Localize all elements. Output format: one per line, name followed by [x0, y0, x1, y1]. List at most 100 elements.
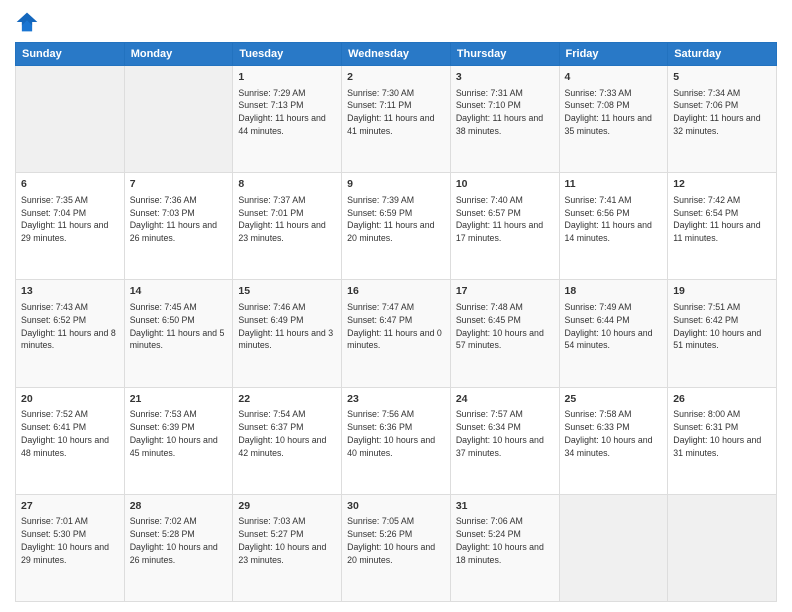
- calendar-table: SundayMondayTuesdayWednesdayThursdayFrid…: [15, 42, 777, 602]
- day-info: Sunrise: 7:39 AM Sunset: 6:59 PM Dayligh…: [347, 194, 445, 245]
- day-info: Sunrise: 7:47 AM Sunset: 6:47 PM Dayligh…: [347, 301, 445, 352]
- calendar-cell: 1Sunrise: 7:29 AM Sunset: 7:13 PM Daylig…: [233, 66, 342, 173]
- calendar-cell: 4 Sunrise: 7:33 AM Sunset: 7:08 PM Daylig…: [559, 66, 668, 173]
- day-number: 15: [238, 284, 336, 299]
- calendar-cell: [16, 66, 125, 173]
- day-number: 11: [565, 177, 663, 192]
- day-number: 6: [21, 177, 119, 192]
- day-number: 3: [456, 70, 554, 85]
- day-info: Sunrise: 7:02 AM Sunset: 5:28 PM Dayligh…: [130, 515, 228, 566]
- calendar-cell: 14 Sunrise: 7:45 AM Sunset: 6:50 PM Dayli…: [124, 280, 233, 387]
- day-number: 26: [673, 392, 771, 407]
- day-info: Sunrise: 7:41 AM Sunset: 6:56 PM Dayligh…: [565, 194, 663, 245]
- calendar-cell: 7 Sunrise: 7:36 AM Sunset: 7:03 PM Daylig…: [124, 173, 233, 280]
- day-info: Sunrise: 7:40 AM Sunset: 6:57 PM Dayligh…: [456, 194, 554, 245]
- calendar-cell: 10 Sunrise: 7:40 AM Sunset: 6:57 PM Dayli…: [450, 173, 559, 280]
- day-number: 16: [347, 284, 445, 299]
- calendar-cell: 3 Sunrise: 7:31 AM Sunset: 7:10 PM Daylig…: [450, 66, 559, 173]
- day-number: 5: [673, 70, 771, 85]
- calendar-cell: 6 Sunrise: 7:35 AM Sunset: 7:04 PM Daylig…: [16, 173, 125, 280]
- calendar-cell: 15 Sunrise: 7:46 AM Sunset: 6:49 PM Dayli…: [233, 280, 342, 387]
- calendar-week-2: 6 Sunrise: 7:35 AM Sunset: 7:04 PM Daylig…: [16, 173, 777, 280]
- calendar-cell: 22Sunrise: 7:54 AM Sunset: 6:37 PM Dayli…: [233, 387, 342, 494]
- calendar-header-tuesday: Tuesday: [233, 43, 342, 66]
- calendar-header-wednesday: Wednesday: [342, 43, 451, 66]
- day-number: 21: [130, 392, 228, 407]
- day-number: 27: [21, 499, 119, 514]
- calendar-cell: 30Sunrise: 7:05 AM Sunset: 5:26 PM Dayli…: [342, 494, 451, 601]
- calendar-cell: 2 Sunrise: 7:30 AM Sunset: 7:11 PM Daylig…: [342, 66, 451, 173]
- day-info: Sunrise: 7:46 AM Sunset: 6:49 PM Dayligh…: [238, 301, 336, 352]
- day-info: Sunrise: 7:33 AM Sunset: 7:08 PM Dayligh…: [565, 87, 663, 138]
- day-info: Sunrise: 7:54 AM Sunset: 6:37 PM Dayligh…: [238, 408, 336, 459]
- calendar-header-row: SundayMondayTuesdayWednesdayThursdayFrid…: [16, 43, 777, 66]
- calendar-header-sunday: Sunday: [16, 43, 125, 66]
- calendar-cell: [124, 66, 233, 173]
- day-info: Sunrise: 8:00 AM Sunset: 6:31 PM Dayligh…: [673, 408, 771, 459]
- day-info: Sunrise: 7:03 AM Sunset: 5:27 PM Dayligh…: [238, 515, 336, 566]
- calendar-cell: 11 Sunrise: 7:41 AM Sunset: 6:56 PM Dayli…: [559, 173, 668, 280]
- day-number: 30: [347, 499, 445, 514]
- day-number: 18: [565, 284, 663, 299]
- calendar-cell: 16 Sunrise: 7:47 AM Sunset: 6:47 PM Dayli…: [342, 280, 451, 387]
- day-number: 4: [565, 70, 663, 85]
- day-number: 25: [565, 392, 663, 407]
- day-number: 7: [130, 177, 228, 192]
- calendar-cell: 26Sunrise: 8:00 AM Sunset: 6:31 PM Dayli…: [668, 387, 777, 494]
- day-info: Sunrise: 7:56 AM Sunset: 6:36 PM Dayligh…: [347, 408, 445, 459]
- calendar-cell: 21Sunrise: 7:53 AM Sunset: 6:39 PM Dayli…: [124, 387, 233, 494]
- calendar-week-3: 13 Sunrise: 7:43 AM Sunset: 6:52 PM Dayli…: [16, 280, 777, 387]
- day-info: Sunrise: 7:35 AM Sunset: 7:04 PM Dayligh…: [21, 194, 119, 245]
- calendar-week-1: 1Sunrise: 7:29 AM Sunset: 7:13 PM Daylig…: [16, 66, 777, 173]
- logo: [15, 10, 43, 34]
- calendar-cell: 31Sunrise: 7:06 AM Sunset: 5:24 PM Dayli…: [450, 494, 559, 601]
- calendar-cell: 13 Sunrise: 7:43 AM Sunset: 6:52 PM Dayli…: [16, 280, 125, 387]
- day-number: 28: [130, 499, 228, 514]
- day-number: 12: [673, 177, 771, 192]
- calendar-cell: 20Sunrise: 7:52 AM Sunset: 6:41 PM Dayli…: [16, 387, 125, 494]
- day-info: Sunrise: 7:45 AM Sunset: 6:50 PM Dayligh…: [130, 301, 228, 352]
- day-number: 14: [130, 284, 228, 299]
- calendar-header-thursday: Thursday: [450, 43, 559, 66]
- calendar-week-5: 27Sunrise: 7:01 AM Sunset: 5:30 PM Dayli…: [16, 494, 777, 601]
- day-info: Sunrise: 7:49 AM Sunset: 6:44 PM Dayligh…: [565, 301, 663, 352]
- calendar-cell: 23Sunrise: 7:56 AM Sunset: 6:36 PM Dayli…: [342, 387, 451, 494]
- calendar-header-monday: Monday: [124, 43, 233, 66]
- logo-icon: [15, 10, 39, 34]
- calendar-cell: [668, 494, 777, 601]
- calendar-cell: 8Sunrise: 7:37 AM Sunset: 7:01 PM Daylig…: [233, 173, 342, 280]
- day-info: Sunrise: 7:30 AM Sunset: 7:11 PM Dayligh…: [347, 87, 445, 138]
- day-info: Sunrise: 7:48 AM Sunset: 6:45 PM Dayligh…: [456, 301, 554, 352]
- calendar-header-saturday: Saturday: [668, 43, 777, 66]
- day-number: 9: [347, 177, 445, 192]
- day-number: 22: [238, 392, 336, 407]
- day-number: 24: [456, 392, 554, 407]
- day-info: Sunrise: 7:42 AM Sunset: 6:54 PM Dayligh…: [673, 194, 771, 245]
- day-info: Sunrise: 7:31 AM Sunset: 7:10 PM Dayligh…: [456, 87, 554, 138]
- day-number: 19: [673, 284, 771, 299]
- calendar-cell: [559, 494, 668, 601]
- calendar-cell: 12 Sunrise: 7:42 AM Sunset: 6:54 PM Dayli…: [668, 173, 777, 280]
- day-info: Sunrise: 7:52 AM Sunset: 6:41 PM Dayligh…: [21, 408, 119, 459]
- day-info: Sunrise: 7:01 AM Sunset: 5:30 PM Dayligh…: [21, 515, 119, 566]
- day-info: Sunrise: 7:36 AM Sunset: 7:03 PM Dayligh…: [130, 194, 228, 245]
- calendar-week-4: 20Sunrise: 7:52 AM Sunset: 6:41 PM Dayli…: [16, 387, 777, 494]
- calendar-cell: 28Sunrise: 7:02 AM Sunset: 5:28 PM Dayli…: [124, 494, 233, 601]
- day-info: Sunrise: 7:05 AM Sunset: 5:26 PM Dayligh…: [347, 515, 445, 566]
- day-number: 23: [347, 392, 445, 407]
- calendar-cell: 29Sunrise: 7:03 AM Sunset: 5:27 PM Dayli…: [233, 494, 342, 601]
- calendar-cell: 27Sunrise: 7:01 AM Sunset: 5:30 PM Dayli…: [16, 494, 125, 601]
- calendar-header-friday: Friday: [559, 43, 668, 66]
- day-info: Sunrise: 7:51 AM Sunset: 6:42 PM Dayligh…: [673, 301, 771, 352]
- day-number: 31: [456, 499, 554, 514]
- day-info: Sunrise: 7:57 AM Sunset: 6:34 PM Dayligh…: [456, 408, 554, 459]
- day-number: 13: [21, 284, 119, 299]
- day-info: Sunrise: 7:53 AM Sunset: 6:39 PM Dayligh…: [130, 408, 228, 459]
- day-info: Sunrise: 7:29 AM Sunset: 7:13 PM Dayligh…: [238, 87, 336, 138]
- day-info: Sunrise: 7:06 AM Sunset: 5:24 PM Dayligh…: [456, 515, 554, 566]
- day-info: Sunrise: 7:43 AM Sunset: 6:52 PM Dayligh…: [21, 301, 119, 352]
- day-number: 10: [456, 177, 554, 192]
- header: [15, 10, 777, 34]
- calendar-cell: 25Sunrise: 7:58 AM Sunset: 6:33 PM Dayli…: [559, 387, 668, 494]
- day-number: 2: [347, 70, 445, 85]
